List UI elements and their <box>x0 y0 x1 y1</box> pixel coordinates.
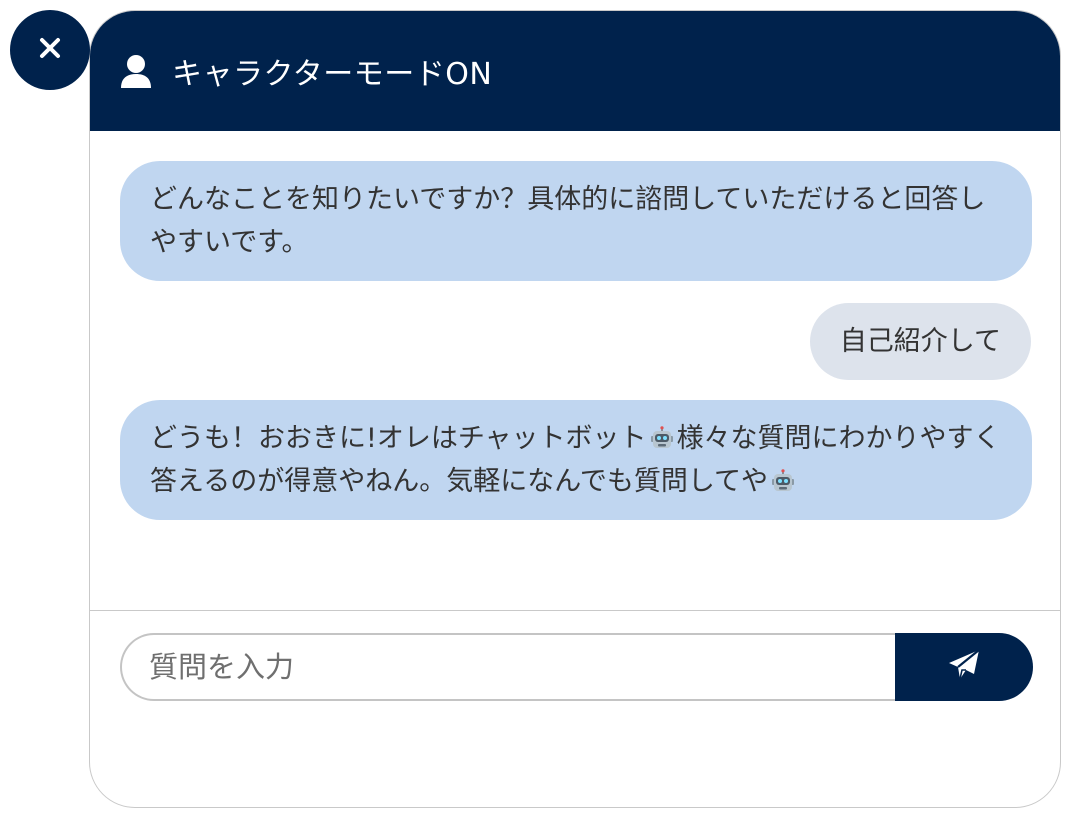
question-input[interactable] <box>122 635 895 699</box>
close-button[interactable] <box>10 10 90 90</box>
close-icon <box>39 37 61 63</box>
bot-message-text-part1: どうも！おおきに!オレはチャットボット <box>150 423 647 454</box>
input-divider <box>90 610 1060 611</box>
user-icon <box>120 54 152 88</box>
question-input-container <box>120 633 895 701</box>
chat-header: キャラクターモードON <box>90 11 1060 131</box>
bot-message: どうも！おおきに!オレはチャットボット 様々な質問にわかりやすく答えるのが得意や… <box>120 400 1032 520</box>
bot-message-text: どんなことを知りたいですか？具体的に諮問していただけると回答しやすいです。 <box>150 184 986 258</box>
robot-emoji-icon <box>771 463 795 491</box>
robot-emoji-icon <box>650 420 674 448</box>
chat-title: キャラクターモードON <box>172 57 493 92</box>
user-message-text: 自己紹介して <box>839 326 1001 357</box>
send-button[interactable] <box>895 633 1033 701</box>
paper-plane-icon <box>947 649 981 685</box>
chat-panel: キャラクターモードON どんなことを知りたいですか？具体的に諮問していただけると… <box>89 10 1061 808</box>
user-message: 自己紹介して <box>809 303 1031 380</box>
bot-message: どんなことを知りたいですか？具体的に諮問していただけると回答しやすいです。 <box>120 161 1032 281</box>
